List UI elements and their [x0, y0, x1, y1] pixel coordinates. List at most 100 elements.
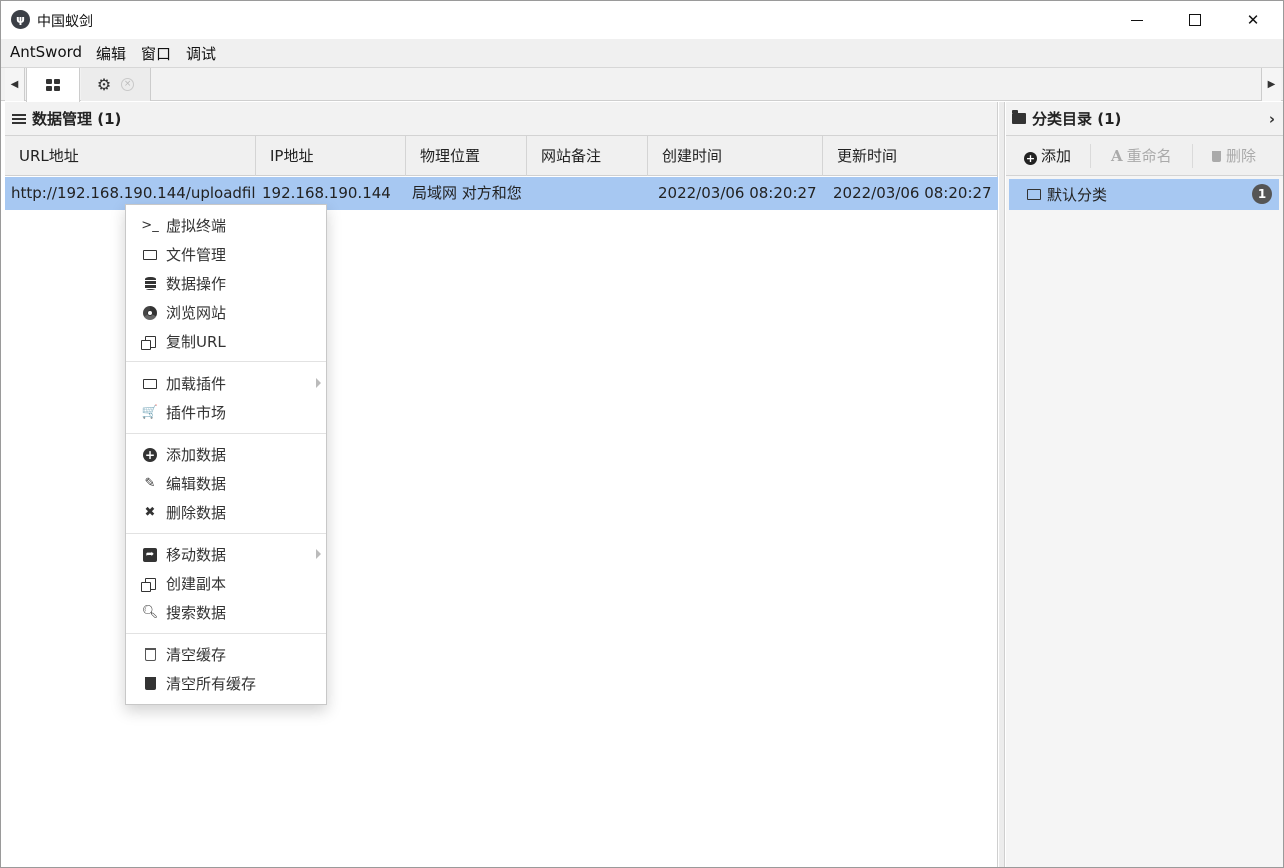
menu-item-search-data[interactable]: 🔍︎ 搜索数据 — [126, 598, 326, 627]
copy-icon — [140, 577, 158, 592]
menu-item-copy-url[interactable]: 复制URL — [126, 327, 326, 356]
menu-item-label: 清空缓存 — [166, 646, 227, 664]
menu-item-label: 搜索数据 — [166, 604, 227, 622]
menu-item-clear-all-cache[interactable]: 清空所有缓存 — [126, 669, 326, 698]
gear-icon: ⚙ — [96, 75, 112, 94]
category-toolbar: + 添加 A 重命名 删除 — [1006, 136, 1283, 176]
data-panel-header: 数据管理 (1) — [5, 102, 997, 136]
cell-updated: 2022/03/06 08:20:27 — [833, 184, 992, 202]
menu-item-label: 数据操作 — [166, 275, 227, 293]
toolbar-divider — [1192, 144, 1193, 168]
plus-circle-icon: + — [143, 447, 157, 462]
menu-debug[interactable]: 调试 — [186, 43, 216, 64]
menu-bar: AntSword 编辑 窗口 调试 — [1, 39, 1283, 67]
database-icon — [142, 277, 158, 290]
menu-item-label: 删除数据 — [166, 504, 227, 522]
column-header-url[interactable]: URL地址 — [5, 136, 256, 176]
menu-item-label: 插件市场 — [166, 404, 227, 422]
folder-icon — [1027, 189, 1041, 200]
cell-location: 局域网 对方和您 — [412, 184, 522, 202]
title-bar: ψ 中国蚁剑 ✕ — [1, 1, 1283, 39]
column-header-location[interactable]: 物理位置 — [406, 136, 527, 176]
rename-category-button[interactable]: A 重命名 — [1111, 136, 1172, 176]
category-panel: 分类目录 (1) › + 添加 A 重命名 删除 默认分类 1 — [1006, 102, 1283, 867]
menu-item-label: 复制URL — [166, 333, 226, 351]
menu-item-clear-cache[interactable]: 清空缓存 — [126, 640, 326, 669]
trash-icon — [142, 677, 158, 690]
menu-item-delete-data[interactable]: ✖ 删除数据 — [126, 498, 326, 527]
menu-item-label: 添加数据 — [166, 446, 227, 464]
menu-separator — [126, 361, 326, 362]
maximize-icon — [1189, 14, 1201, 26]
menu-item-move-data[interactable]: ➦ 移动数据 — [126, 540, 326, 569]
tab-settings[interactable]: ⚙ × — [81, 68, 151, 101]
category-name: 默认分类 — [1047, 186, 1108, 204]
menu-separator — [126, 433, 326, 434]
list-icon — [12, 112, 26, 126]
app-logo-icon: ψ — [11, 10, 30, 29]
window-title: 中国蚁剑 — [37, 14, 93, 30]
grid-icon — [46, 79, 60, 91]
antsword-window: ψ 中国蚁剑 ✕ AntSword 编辑 窗口 调试 ◀ ⚙ × ▶ 数据管理 … — [0, 0, 1284, 868]
menu-item-edit-data[interactable]: ✎ 编辑数据 — [126, 469, 326, 498]
menu-antsword[interactable]: AntSword — [10, 43, 82, 61]
menu-edit[interactable]: 编辑 — [96, 43, 126, 64]
data-panel-title: 数据管理 (1) — [32, 110, 122, 128]
tab-close-icon[interactable]: × — [121, 78, 135, 91]
add-category-button[interactable]: + 添加 — [1024, 136, 1071, 176]
cart-icon: 🛒 — [141, 405, 159, 420]
terminal-icon: >_ — [141, 218, 159, 233]
column-header-updated[interactable]: 更新时间 — [823, 136, 998, 176]
edit-icon: ✎ — [144, 476, 156, 491]
maximize-button[interactable] — [1166, 1, 1224, 39]
menu-item-label: 文件管理 — [166, 246, 227, 264]
tab-scroll-left-button[interactable]: ◀ — [5, 68, 25, 101]
menu-separator — [126, 533, 326, 534]
trash-icon — [1212, 151, 1221, 162]
folder-icon — [1012, 110, 1026, 124]
minimize-icon — [1131, 19, 1143, 21]
font-icon: A — [1111, 147, 1123, 165]
menu-item-database[interactable]: 数据操作 — [126, 269, 326, 298]
submenu-arrow-icon — [316, 378, 321, 388]
delete-category-label: 删除 — [1226, 147, 1257, 165]
menu-separator — [126, 633, 326, 634]
minimize-button[interactable] — [1108, 1, 1166, 39]
column-header-note[interactable]: 网站备注 — [527, 136, 648, 176]
menu-item-load-plugin[interactable]: 加载插件 — [126, 369, 326, 398]
menu-item-label: 虚拟终端 — [166, 217, 227, 235]
menu-item-browse-site[interactable]: 浏览网站 — [126, 298, 326, 327]
menu-item-label: 编辑数据 — [166, 475, 227, 493]
share-icon: ➦ — [142, 547, 158, 562]
menu-item-label: 清空所有缓存 — [166, 675, 257, 693]
menu-item-label: 浏览网站 — [166, 304, 227, 322]
plus-circle-icon: + — [1024, 152, 1037, 165]
panel-splitter[interactable] — [999, 102, 1005, 867]
delete-category-button[interactable]: 删除 — [1212, 136, 1256, 176]
column-header-ip[interactable]: IP地址 — [256, 136, 406, 176]
tab-scroll-right-button[interactable]: ▶ — [1261, 68, 1281, 101]
menu-item-file-manager[interactable]: 文件管理 — [126, 240, 326, 269]
menu-item-label: 加载插件 — [166, 375, 227, 393]
menu-item-plugin-market[interactable]: 🛒 插件市场 — [126, 398, 326, 427]
menu-item-duplicate[interactable]: 创建副本 — [126, 569, 326, 598]
menu-item-add-data[interactable]: + 添加数据 — [126, 440, 326, 469]
add-category-label: 添加 — [1041, 147, 1072, 165]
folder-icon — [142, 249, 158, 260]
folder-icon — [142, 378, 158, 389]
cell-created: 2022/03/06 08:20:27 — [658, 184, 817, 202]
submenu-arrow-icon — [316, 549, 321, 559]
category-panel-header: 分类目录 (1) › — [1006, 102, 1283, 136]
table-header: URL地址 IP地址 物理位置 网站备注 创建时间 更新时间 — [5, 136, 997, 176]
column-header-created[interactable]: 创建时间 — [648, 136, 823, 176]
category-item-default[interactable]: 默认分类 1 — [1009, 179, 1279, 210]
tab-strip: ◀ ⚙ × ▶ — [1, 67, 1283, 102]
toolbar-divider — [1090, 144, 1091, 168]
collapse-panel-button[interactable]: › — [1269, 110, 1275, 128]
menu-item-label: 移动数据 — [166, 546, 227, 564]
menu-window[interactable]: 窗口 — [141, 43, 171, 64]
category-panel-title: 分类目录 (1) — [1032, 110, 1122, 128]
menu-item-terminal[interactable]: >_ 虚拟终端 — [126, 211, 326, 240]
tab-home[interactable] — [26, 68, 80, 102]
close-window-button[interactable]: ✕ — [1224, 1, 1282, 39]
